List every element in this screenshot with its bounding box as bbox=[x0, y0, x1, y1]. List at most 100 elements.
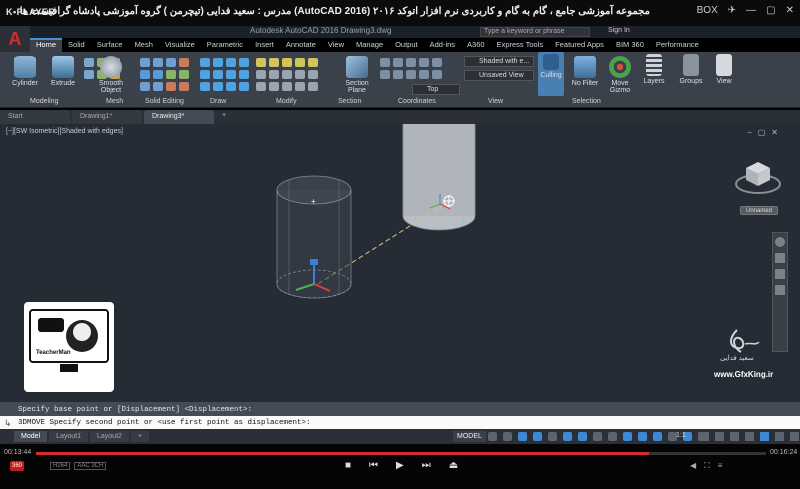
ortho-icon[interactable] bbox=[518, 432, 527, 441]
ucs-name-button[interactable]: Unnamed bbox=[740, 206, 778, 215]
orbit-icon[interactable] bbox=[775, 285, 785, 295]
zoom-icon[interactable] bbox=[775, 269, 785, 279]
move-icon[interactable] bbox=[256, 58, 266, 67]
tab-performance[interactable]: Performance bbox=[650, 38, 705, 52]
interfere-icon[interactable] bbox=[153, 82, 163, 91]
volume-icon[interactable]: ◀ bbox=[690, 461, 696, 471]
tab-view[interactable]: View bbox=[322, 38, 350, 52]
ucs-x-icon[interactable] bbox=[419, 58, 429, 67]
tab-surface[interactable]: Surface bbox=[91, 38, 129, 52]
tab-bim-360[interactable]: BIM 360 bbox=[610, 38, 650, 52]
fillet-edge-icon[interactable] bbox=[140, 70, 150, 79]
tab-express-tools[interactable]: Express Tools bbox=[491, 38, 550, 52]
isodraft-icon[interactable] bbox=[548, 432, 557, 441]
no-filter-button[interactable]: No Filter bbox=[568, 56, 602, 87]
object-snap-icon[interactable] bbox=[578, 432, 587, 441]
minimize-icon[interactable]: — bbox=[746, 5, 756, 16]
extrude-button[interactable]: Extrude bbox=[46, 56, 80, 87]
ucs-origin-icon[interactable] bbox=[406, 58, 416, 67]
region-icon[interactable] bbox=[239, 82, 249, 91]
tab-visualize[interactable]: Visualize bbox=[159, 38, 201, 52]
command-icon[interactable]: ↳ bbox=[4, 418, 12, 429]
panel-view[interactable]: View bbox=[488, 98, 503, 105]
tab-featured-apps[interactable]: Featured Apps bbox=[549, 38, 610, 52]
offset-edges-icon[interactable] bbox=[179, 82, 189, 91]
tab-insert[interactable]: Insert bbox=[249, 38, 280, 52]
mirror-icon[interactable] bbox=[295, 58, 305, 67]
pin-icon[interactable]: ✈ bbox=[728, 5, 736, 16]
annotation-monitor-icon[interactable] bbox=[715, 432, 724, 441]
ucs-face-icon[interactable] bbox=[419, 70, 429, 79]
sign-in-link[interactable]: Sign In bbox=[608, 27, 630, 34]
autocad-logo-button[interactable]: A bbox=[0, 26, 30, 52]
visual-style-dropdown[interactable]: Shaded with e... bbox=[464, 56, 534, 67]
tab-parametric[interactable]: Parametric bbox=[201, 38, 249, 52]
new-tab-button[interactable]: + bbox=[216, 110, 232, 124]
file-tab-start[interactable]: Start bbox=[0, 110, 70, 124]
previous-icon[interactable]: ⏮ bbox=[369, 460, 378, 471]
box-icon[interactable] bbox=[84, 58, 94, 67]
units-icon[interactable] bbox=[730, 432, 739, 441]
arc-icon[interactable] bbox=[239, 58, 249, 67]
cylinder-back[interactable] bbox=[402, 124, 476, 231]
rotate-icon[interactable] bbox=[269, 58, 279, 67]
tab-a360[interactable]: A360 bbox=[461, 38, 491, 52]
pan-icon[interactable] bbox=[775, 253, 785, 263]
array-icon[interactable] bbox=[308, 82, 318, 91]
polyline-icon[interactable] bbox=[213, 58, 223, 67]
model-space-toggle[interactable]: MODEL bbox=[453, 431, 486, 442]
polar-icon[interactable] bbox=[533, 432, 542, 441]
subtract-icon[interactable] bbox=[153, 58, 163, 67]
gear-icon[interactable] bbox=[700, 432, 709, 441]
quick-properties-icon[interactable] bbox=[745, 432, 754, 441]
helix-icon[interactable] bbox=[200, 82, 210, 91]
revolve-icon[interactable] bbox=[84, 70, 94, 79]
object-snap-tracking-icon[interactable] bbox=[563, 432, 572, 441]
tab-manage[interactable]: Manage bbox=[350, 38, 389, 52]
ucs-object-icon[interactable] bbox=[406, 70, 416, 79]
line-icon[interactable] bbox=[200, 58, 210, 67]
erase-icon[interactable] bbox=[269, 82, 279, 91]
selection-cycling-icon[interactable] bbox=[623, 432, 632, 441]
panel-selection[interactable]: Selection bbox=[572, 98, 601, 105]
tab-mesh[interactable]: Mesh bbox=[129, 38, 159, 52]
ucs-dropdown[interactable]: Top bbox=[412, 84, 460, 95]
tab-add-ins[interactable]: Add-ins bbox=[424, 38, 461, 52]
rectangle-icon[interactable] bbox=[200, 70, 210, 79]
ucs-icon[interactable] bbox=[380, 58, 390, 67]
slice-icon[interactable] bbox=[179, 58, 189, 67]
box-label[interactable]: BOX bbox=[697, 5, 718, 16]
point-icon[interactable] bbox=[213, 82, 223, 91]
cylinder-button[interactable]: Cylinder bbox=[6, 56, 44, 87]
next-icon[interactable]: ⏭ bbox=[422, 460, 431, 471]
viewcube[interactable] bbox=[734, 156, 782, 196]
shell-icon[interactable] bbox=[166, 70, 176, 79]
transparency-icon[interactable] bbox=[608, 432, 617, 441]
file-tab-drawing1[interactable]: Drawing1* bbox=[72, 110, 142, 124]
layout-tab-layout1[interactable]: Layout1 bbox=[49, 431, 88, 442]
trim-icon[interactable] bbox=[308, 58, 318, 67]
settings-icon[interactable]: ≡ bbox=[718, 461, 723, 471]
ucs-world-icon[interactable] bbox=[393, 58, 403, 67]
ucs-z-icon[interactable] bbox=[380, 70, 390, 79]
panel-mesh[interactable]: Mesh bbox=[106, 98, 123, 105]
panel-section[interactable]: Section bbox=[338, 98, 361, 105]
tab-output[interactable]: Output bbox=[389, 38, 424, 52]
search-input[interactable]: Type a keyword or phrase bbox=[480, 27, 590, 37]
file-tab-drawing3[interactable]: Drawing3* bbox=[144, 110, 214, 124]
ellipse-icon[interactable] bbox=[239, 70, 249, 79]
panel-modeling[interactable]: Modeling bbox=[30, 98, 58, 105]
culling-button[interactable]: Culling bbox=[538, 52, 564, 96]
drawing-viewport[interactable]: [−][SW Isometric][Shaded with edges] − ▢… bbox=[0, 124, 800, 402]
layout-tab-model[interactable]: Model bbox=[14, 431, 48, 442]
tab-annotate[interactable]: Annotate bbox=[280, 38, 322, 52]
isolate-objects-icon[interactable] bbox=[760, 432, 769, 441]
groups-button[interactable]: Groups bbox=[676, 54, 706, 85]
close-icon[interactable]: ✕ bbox=[786, 5, 794, 16]
player-badge[interactable]: 360 bbox=[10, 461, 24, 471]
snap-icon[interactable] bbox=[503, 432, 512, 441]
chamfer-edge-icon[interactable] bbox=[153, 70, 163, 79]
move-gizmo-button[interactable]: Move Gizmo bbox=[604, 56, 636, 94]
lineweight-icon[interactable] bbox=[593, 432, 602, 441]
separate-icon[interactable] bbox=[166, 82, 176, 91]
